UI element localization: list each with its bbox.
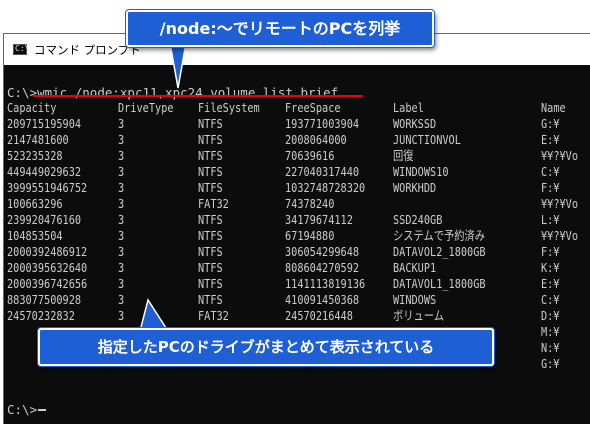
cell-drive-type: 3 <box>118 164 125 179</box>
cell-capacity: 2000392486912 <box>7 244 88 259</box>
cell-drive-type: 3 <box>118 148 125 163</box>
cell-file-system: NTFS <box>198 180 223 195</box>
cell-file-system: NTFS <box>198 244 223 259</box>
cell-name: G:¥ <box>541 116 560 131</box>
cell-drive-type: 3 <box>118 292 125 307</box>
cell-drive-type: 3 <box>118 228 125 243</box>
cell-capacity: 2000395632640 <box>7 260 88 275</box>
cell-capacity: 100663296 <box>7 196 63 211</box>
cell-label: ボリューム <box>393 308 444 323</box>
cell-file-system: NTFS <box>198 228 223 243</box>
cell-name: C:¥ <box>541 292 560 307</box>
cell-drive-type: 3 <box>118 244 125 259</box>
cell-file-system: NTFS <box>198 276 223 291</box>
command-line: C:\>wmic /node:xpc11,xpc24 volume list b… <box>7 85 338 101</box>
header-name: Name <box>541 100 566 115</box>
cell-name: C:¥ <box>541 164 560 179</box>
cell-name: D:¥ <box>541 308 560 323</box>
console-output[interactable]: C:\>wmic /node:xpc11,xpc24 volume list b… <box>4 65 590 424</box>
cell-capacity: 523235328 <box>7 148 63 163</box>
cell-name: ¥¥?¥Vo <box>541 228 579 243</box>
cell-label: WORKSSD <box>393 116 437 131</box>
cell-capacity: 209715195904 <box>7 116 82 131</box>
cell-free-space: 34179674112 <box>285 212 353 227</box>
cell-name: ¥¥?¥Vo <box>541 148 579 163</box>
cell-drive-type: 3 <box>118 180 125 195</box>
cell-free-space: 1141113819136 <box>285 276 366 291</box>
prompt: C:\> <box>7 85 38 100</box>
cell-capacity: 3999551946752 <box>7 180 88 195</box>
cell-capacity: 104853504 <box>7 228 63 243</box>
screenshot-frame: C:\_ コマンド プロンプト C:\>wmic /node:xpc11,xpc… <box>0 0 590 424</box>
command-underline <box>33 95 363 97</box>
header-free-space: FreeSpace <box>285 100 341 115</box>
text-cursor <box>38 409 46 411</box>
cell-file-system: NTFS <box>198 292 223 307</box>
header-drive-type: DriveType <box>118 100 174 115</box>
cell-name: M:¥ <box>541 324 560 339</box>
cell-capacity: 449449029632 <box>7 164 82 179</box>
cell-free-space: 227040317440 <box>285 164 360 179</box>
cell-capacity: 2147481600 <box>7 132 69 147</box>
cell-label: SSD240GB <box>393 212 443 227</box>
cell-drive-type: 3 <box>118 196 125 211</box>
cell-free-space: 67194880 <box>285 228 335 243</box>
cell-free-space: 808604270592 <box>285 260 360 275</box>
cell-label: WORKHDD <box>393 180 437 195</box>
header-label: Label <box>393 100 424 115</box>
cell-free-space: 193771003904 <box>285 116 360 131</box>
cell-file-system: FAT32 <box>198 196 229 211</box>
final-prompt: C:\> <box>7 402 38 417</box>
cell-name: N:¥ <box>541 340 560 355</box>
cell-name: E:¥ <box>541 276 560 291</box>
bottom-callout: 指定したPCのドライブがまとめて表示されている <box>38 328 494 366</box>
cell-name: ¥¥?¥Vo <box>541 196 579 211</box>
cell-capacity: 883077500928 <box>7 292 82 307</box>
cell-drive-type: 3 <box>118 260 125 275</box>
cell-capacity: 24570232832 <box>7 308 75 323</box>
cell-name: E:¥ <box>541 132 560 147</box>
cell-label: WINDOWS <box>393 292 437 307</box>
cell-name: F:¥ <box>541 244 560 259</box>
cell-label: システムで予約済み <box>393 228 485 243</box>
cell-free-space: 2008064000 <box>285 132 347 147</box>
cell-drive-type: 3 <box>118 116 125 131</box>
cell-free-space: 74378240 <box>285 196 335 211</box>
cell-label: DATAVOL2_1800GB <box>393 244 486 259</box>
cell-capacity: 239920476160 <box>7 212 82 227</box>
window-title: コマンド プロンプト <box>34 43 141 57</box>
console-app-icon: C:\_ <box>13 44 34 55</box>
cell-drive-type: 3 <box>118 276 125 291</box>
cell-free-space: 410091450368 <box>285 292 360 307</box>
command-text: wmic /node:xpc11,xpc24 volume list brief <box>37 85 339 100</box>
cell-free-space: 1032748728320 <box>285 180 366 195</box>
cell-file-system: NTFS <box>198 260 223 275</box>
cell-label: WINDOWS10 <box>393 164 449 179</box>
cell-drive-type: 3 <box>118 308 125 323</box>
console-app-icon-text: C:\_ <box>15 44 35 53</box>
cell-free-space: 70639616 <box>285 148 335 163</box>
cell-capacity: 2000396742656 <box>7 276 88 291</box>
cell-name: L:¥ <box>541 212 560 227</box>
cell-file-system: FAT32 <box>198 308 229 323</box>
cell-name: G:¥ <box>541 356 560 371</box>
cell-drive-type: 3 <box>118 212 125 227</box>
cell-label: JUNCTIONVOL <box>393 132 461 147</box>
cell-file-system: NTFS <box>198 148 223 163</box>
cell-file-system: NTFS <box>198 116 223 131</box>
cell-name: F:¥ <box>541 180 560 195</box>
cell-name: K:¥ <box>541 260 560 275</box>
cell-file-system: NTFS <box>198 132 223 147</box>
cell-file-system: NTFS <box>198 212 223 227</box>
cell-label: DATAVOL1_1800GB <box>393 276 486 291</box>
top-callout: /node:〜でリモートのPCを列挙 <box>126 10 434 47</box>
header-capacity: Capacity <box>7 100 57 115</box>
cell-free-space: 24570216448 <box>285 308 353 323</box>
cell-free-space: 306054299648 <box>285 244 360 259</box>
cell-file-system: NTFS <box>198 164 223 179</box>
header-file-system: FileSystem <box>198 100 260 115</box>
cell-drive-type: 3 <box>118 132 125 147</box>
cell-label: 回復 <box>393 148 414 163</box>
cell-label: BACKUP1 <box>393 260 437 275</box>
